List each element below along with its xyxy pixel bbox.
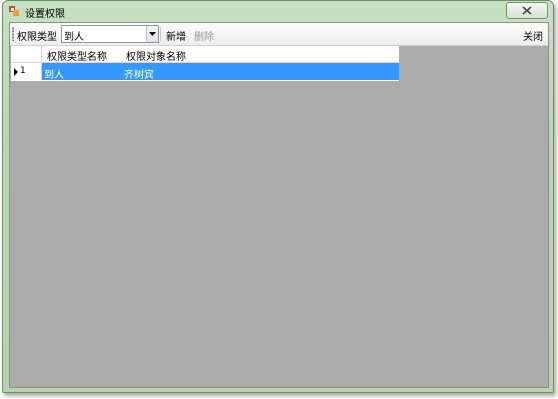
permissions-grid: 权限类型名称 权限对象名称 1 到人 齐树宾 bbox=[11, 46, 399, 81]
toolbar: 权限类型 到人 新增 删除 关闭 bbox=[10, 23, 548, 46]
title-bar[interactable]: 设置权限 bbox=[3, 1, 553, 21]
permission-type-value: 到人 bbox=[64, 32, 84, 43]
permission-type-select[interactable]: 到人 bbox=[61, 25, 159, 43]
close-icon bbox=[522, 6, 532, 15]
current-row-arrow-icon bbox=[14, 68, 18, 76]
row-number: 1 bbox=[20, 66, 26, 76]
delete-button[interactable]: 删除 bbox=[194, 28, 214, 43]
row-header-column bbox=[11, 46, 42, 62]
column-header-object-name[interactable]: 权限对象名称 bbox=[126, 48, 186, 63]
grid-header: 权限类型名称 权限对象名称 bbox=[11, 46, 399, 63]
cell-type-name[interactable]: 到人 bbox=[44, 66, 64, 81]
cell-object-name[interactable]: 齐树宾 bbox=[124, 66, 154, 81]
client-area: 权限类型 到人 新增 删除 关闭 权限类型名称 权限对象名称 1 到人 齐树宾 bbox=[9, 22, 549, 388]
app-icon bbox=[9, 6, 19, 16]
window-close-button[interactable] bbox=[506, 2, 548, 19]
chevron-down-icon bbox=[149, 32, 156, 36]
window-title: 设置权限 bbox=[25, 9, 65, 20]
add-button[interactable]: 新增 bbox=[166, 28, 186, 43]
row-selector[interactable]: 1 bbox=[11, 63, 42, 80]
permission-type-label: 权限类型 bbox=[17, 32, 57, 43]
table-row[interactable]: 1 到人 齐树宾 bbox=[11, 63, 399, 81]
toolbar-separator bbox=[160, 27, 161, 41]
selected-row-cells[interactable]: 到人 齐树宾 bbox=[42, 63, 399, 81]
close-button[interactable]: 关闭 bbox=[523, 28, 543, 43]
dialog-window: 设置权限 权限类型 到人 新增 删除 关闭 权限类型名称 权限对象名称 1 到人… bbox=[2, 0, 554, 393]
column-header-type-name[interactable]: 权限类型名称 bbox=[47, 48, 107, 63]
toolbar-grip[interactable] bbox=[12, 27, 14, 41]
dropdown-button[interactable] bbox=[146, 26, 158, 42]
